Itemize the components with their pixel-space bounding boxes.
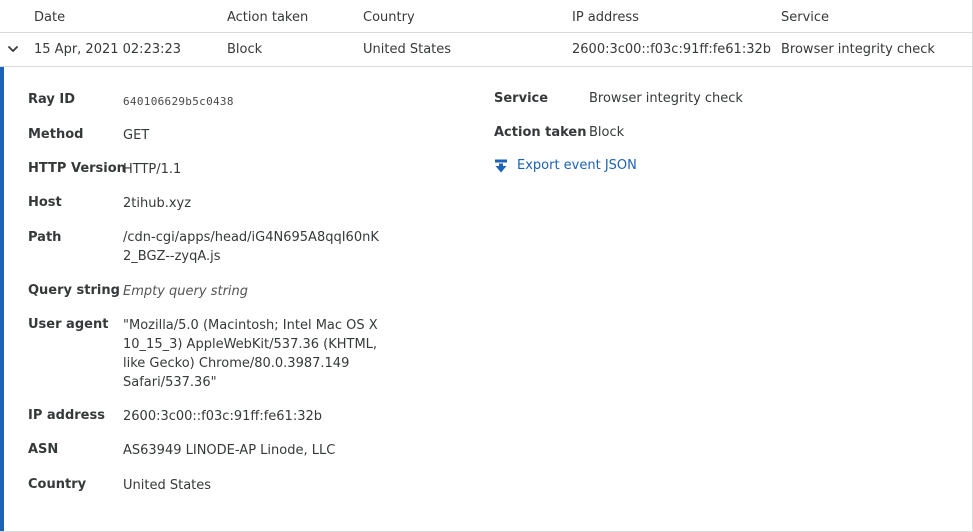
user-agent-line: "Mozilla/5.0 (Macintosh; Intel Mac OS X (123, 318, 378, 333)
user-agent-line: Safari/537.36" (123, 375, 217, 390)
row-service: Browser integrity check (781, 42, 935, 57)
path-label: Path (28, 230, 62, 245)
header-ip-address[interactable]: IP address (572, 10, 639, 25)
asn-value: AS63949 LINODE-AP Linode, LLC (123, 443, 336, 458)
method-value: GET (123, 128, 150, 143)
path-line: 2_BGZ--zyqA.js (123, 249, 221, 264)
events-table: Date Action taken Country IP address Ser… (0, 0, 973, 532)
row-action: Block (227, 42, 263, 57)
row-country: United States (363, 42, 452, 57)
http-version-value: HTTP/1.1 (123, 162, 182, 177)
header-action-taken[interactable]: Action taken (227, 10, 308, 25)
event-details-panel: Ray ID 640106629b5c0438 Method GET HTTP … (0, 67, 972, 531)
user-agent-value: "Mozilla/5.0 (Macintosh; Intel Mac OS X … (123, 316, 378, 392)
service-label: Service (494, 91, 549, 106)
user-agent-line: like Gecko) Chrome/80.0.3987.149 (123, 356, 350, 371)
header-service[interactable]: Service (781, 10, 829, 25)
path-value: /cdn-cgi/apps/head/iG4N695A8qqI60nK 2_BG… (123, 228, 379, 266)
expanded-indicator-bar (0, 67, 4, 531)
download-arrow-icon (495, 159, 507, 172)
query-string-label: Query string (28, 283, 120, 298)
country-value: United States (123, 478, 212, 493)
query-string-value: Empty query string (123, 284, 249, 299)
action-taken-value: Block (589, 125, 625, 140)
table-header: Date Action taken Country IP address Ser… (0, 0, 972, 33)
table-row[interactable]: 15 Apr, 2021 02:23:23 Block United State… (0, 33, 972, 67)
header-country[interactable]: Country (363, 10, 415, 25)
ray-id-value: 640106629b5c0438 (123, 95, 234, 108)
user-agent-label: User agent (28, 317, 109, 332)
ray-id-label: Ray ID (28, 92, 76, 107)
service-value: Browser integrity check (589, 91, 743, 106)
ip-address-value: 2600:3c00::f03c:91ff:fe61:32b (123, 409, 322, 424)
method-label: Method (28, 127, 84, 142)
country-label: Country (28, 477, 87, 492)
host-value: 2tihub.xyz (123, 196, 192, 211)
export-event-json-label: Export event JSON (517, 158, 637, 173)
chevron-down-icon[interactable] (7, 43, 19, 55)
action-taken-label: Action taken (494, 125, 587, 140)
user-agent-line: 10_15_3) AppleWebKit/537.36 (KHTML, (123, 337, 378, 352)
header-date[interactable]: Date (34, 10, 65, 25)
row-ip-address: 2600:3c00::f03c:91ff:fe61:32b (572, 42, 771, 57)
export-event-json-link[interactable]: Export event JSON (494, 158, 637, 173)
ip-address-label: IP address (28, 408, 105, 423)
host-label: Host (28, 195, 62, 210)
asn-label: ASN (28, 442, 59, 457)
http-version-label: HTTP Version (28, 161, 126, 176)
path-line: /cdn-cgi/apps/head/iG4N695A8qqI60nK (123, 230, 379, 245)
row-date: 15 Apr, 2021 02:23:23 (34, 42, 182, 57)
